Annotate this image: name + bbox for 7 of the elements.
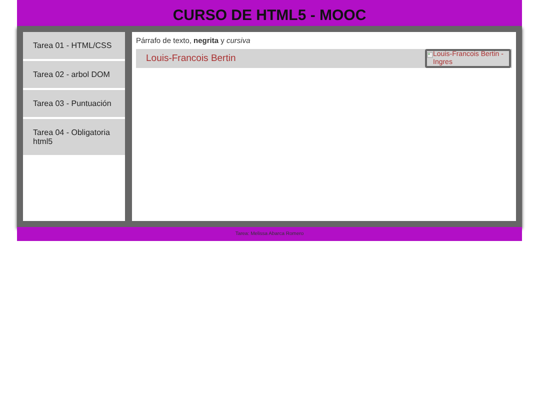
broken-image-icon <box>427 52 433 58</box>
page-title: CURSO DE HTML5 - MOOC <box>172 7 366 25</box>
sidebar-item[interactable]: Tarea 03 - Puntuación <box>23 90 125 117</box>
sidebar-item[interactable]: Tarea 02 - arbol DOM <box>23 61 125 88</box>
sidebar-item[interactable]: Tarea 04 - Obligatoria html5 <box>23 119 125 155</box>
sidebar-item[interactable]: Tarea 01 - HTML/CSS <box>23 32 125 59</box>
figure-caption: Louis-Francois Bertin <box>146 53 236 64</box>
